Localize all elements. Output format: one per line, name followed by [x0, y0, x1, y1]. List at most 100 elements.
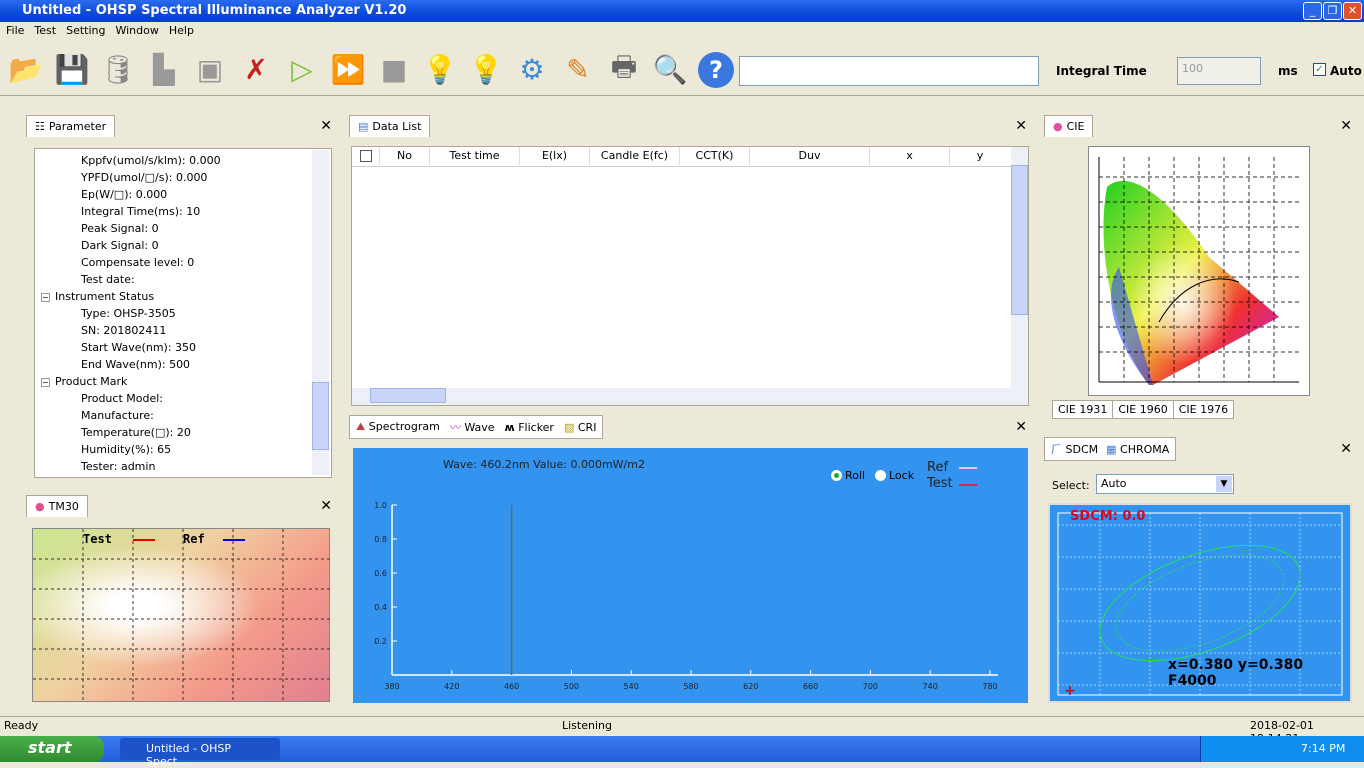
col-no[interactable]: No — [380, 147, 430, 165]
tree-item[interactable]: Peak Signal: 0 — [35, 220, 331, 237]
tree-item[interactable]: Product Model: — [35, 390, 331, 407]
settings-gear-icon[interactable]: ⚙ — [514, 52, 550, 88]
tab-tm30[interactable]: ● TM30 — [26, 495, 88, 517]
tab-cie-1960[interactable]: CIE 1960 — [1113, 401, 1174, 418]
tab-cie-1931[interactable]: CIE 1931 — [1053, 401, 1114, 418]
roll-radio[interactable]: Roll — [831, 469, 865, 482]
close-icon[interactable]: ✕ — [320, 118, 332, 134]
close-icon[interactable]: ✕ — [1015, 419, 1027, 435]
col-cct[interactable]: CCT(K) — [680, 147, 750, 165]
open-icon[interactable]: 📂 — [8, 52, 44, 88]
close-icon[interactable]: ✕ — [320, 498, 332, 514]
menu-help[interactable]: Help — [169, 22, 194, 40]
tree-item[interactable]: Ep(W/□): 0.000 — [35, 186, 331, 203]
copy-icon[interactable]: ▙ — [146, 52, 182, 88]
tab-wave[interactable]: 〰 Wave — [450, 419, 495, 435]
collapse-icon[interactable]: − — [41, 378, 50, 387]
help-icon[interactable]: ? — [698, 51, 734, 88]
close-icon[interactable]: ✕ — [1015, 118, 1027, 134]
tree-label: Ep(W/□): 0.000 — [81, 188, 168, 201]
database-export-icon[interactable]: 🛢 — [100, 52, 136, 88]
test-legend: Test — [927, 476, 953, 491]
table-icon: ▤ — [358, 120, 369, 133]
continuous-play-icon[interactable]: ⏩ — [330, 52, 366, 88]
tree-item[interactable]: Test date: — [35, 271, 331, 288]
print-icon[interactable]: 🖶 — [606, 50, 642, 88]
tree-item[interactable]: Manufacture: — [35, 407, 331, 424]
tree-item[interactable]: Tester: admin — [35, 458, 331, 475]
ms-unit-label: ms — [1278, 64, 1298, 78]
tab-cri[interactable]: ▧ CRI — [564, 421, 596, 434]
auto-checkbox[interactable]: ✓ — [1313, 63, 1326, 76]
menu-file[interactable]: File — [6, 22, 24, 40]
tree-item[interactable]: Kppfv(umol/s/klm): 0.000 — [35, 152, 331, 169]
tree-item[interactable]: Dark Signal: 0 — [35, 237, 331, 254]
select-all-checkbox[interactable] — [352, 147, 380, 165]
close-icon[interactable]: ✕ — [1340, 441, 1352, 457]
chevron-down-icon[interactable]: ▼ — [1216, 476, 1232, 492]
tree-group[interactable]: − Instrument Status — [35, 288, 331, 305]
tab-chroma[interactable]: ▦ CHROMA — [1106, 443, 1169, 456]
tab-cie-1976[interactable]: CIE 1976 — [1174, 401, 1233, 418]
col-candle-e[interactable]: Candle E(fc) — [590, 147, 680, 165]
save-icon[interactable]: 💾 — [54, 52, 90, 88]
excel-export-icon[interactable]: ▣ — [192, 52, 228, 88]
close-icon[interactable]: ✕ — [1340, 118, 1352, 134]
tree-item[interactable]: Type: OHSP-3505 — [35, 305, 331, 322]
test-line-swatch — [959, 484, 977, 486]
minimize-button[interactable]: _ — [1303, 2, 1322, 20]
col-test-time[interactable]: Test time — [430, 147, 520, 165]
maximize-button[interactable]: ❐ — [1323, 2, 1342, 20]
bulb-icon[interactable]: 💡 — [422, 52, 458, 88]
x-tick-label: 780 — [982, 682, 997, 691]
tree-item[interactable]: Start Wave(nm): 350 — [35, 339, 331, 356]
vertical-scrollbar[interactable] — [1011, 147, 1028, 405]
color-wheel-icon: ● — [35, 500, 45, 513]
stop-icon[interactable]: ■ — [376, 52, 412, 88]
tab-flicker[interactable]: ʍ Flicker — [505, 421, 554, 434]
menu-test[interactable]: Test — [34, 22, 56, 40]
horizontal-scrollbar[interactable] — [352, 388, 1012, 405]
tree-label: Temperature(□): 20 — [81, 426, 191, 439]
tree-item[interactable]: Compensate level: 0 — [35, 254, 331, 271]
delete-icon[interactable]: ✗ — [238, 52, 274, 88]
tab-sdcm[interactable]: ⺁ SDCM — [1051, 441, 1098, 457]
tab-spectrogram[interactable]: ⛰ Spectrogram — [356, 420, 440, 434]
play-icon[interactable]: ▷ — [284, 52, 320, 88]
sdcm-select[interactable]: Auto ▼ — [1096, 474, 1234, 494]
tab-cie[interactable]: ● CIE — [1044, 115, 1094, 137]
tree-item[interactable]: Temperature(□): 20 — [35, 424, 331, 441]
menu-window[interactable]: Window — [115, 22, 158, 40]
close-button[interactable]: ✕ — [1343, 2, 1362, 20]
tree-item[interactable]: SN: 201802411 — [35, 322, 331, 339]
x-tick-label: 420 — [444, 682, 459, 691]
parameter-scrollbar[interactable] — [312, 150, 329, 475]
col-e-lx[interactable]: E(lx) — [520, 147, 590, 165]
bulb-lx-icon[interactable]: 💡 — [468, 52, 504, 88]
edit-icon[interactable]: ✎ — [560, 52, 596, 88]
col-duv[interactable]: Duv — [750, 147, 870, 165]
start-button[interactable]: start — [0, 736, 104, 762]
col-y[interactable]: y — [950, 147, 1010, 165]
integral-time-input[interactable]: 100 — [1177, 57, 1261, 85]
col-x[interactable]: x — [870, 147, 950, 165]
tab-parameter[interactable]: ☷ Parameter — [26, 115, 116, 137]
lock-radio[interactable]: Lock — [875, 469, 914, 482]
tree-item[interactable]: Integral Time(ms): 10 — [35, 203, 331, 220]
sdcm-tabs: ⺁ SDCM ▦ CHROMA — [1044, 437, 1177, 461]
tm30-panel: ● TM30 ✕ Test Ref — [22, 492, 340, 710]
taskbar-app-button[interactable]: Untitled - OHSP Spect... — [120, 738, 280, 768]
task-label: Untitled - OHSP Spect... — [146, 742, 232, 768]
print-preview-icon[interactable]: 🔍 — [652, 52, 688, 88]
tree-item[interactable]: Humidity(%): 65 — [35, 441, 331, 458]
tree-item[interactable]: End Wave(nm): 500 — [35, 356, 331, 373]
collapse-icon[interactable]: − — [41, 293, 50, 302]
tree-group[interactable]: − Product Mark — [35, 373, 331, 390]
x-tick-label: 700 — [863, 682, 878, 691]
search-input[interactable] — [739, 56, 1039, 86]
menu-setting[interactable]: Setting — [66, 22, 105, 40]
x-tick-label: 660 — [803, 682, 818, 691]
x-tick-label: 540 — [624, 682, 639, 691]
tab-data-list[interactable]: ▤ Data List — [349, 115, 431, 137]
tree-item[interactable]: YPFD(umol/□/s): 0.000 — [35, 169, 331, 186]
